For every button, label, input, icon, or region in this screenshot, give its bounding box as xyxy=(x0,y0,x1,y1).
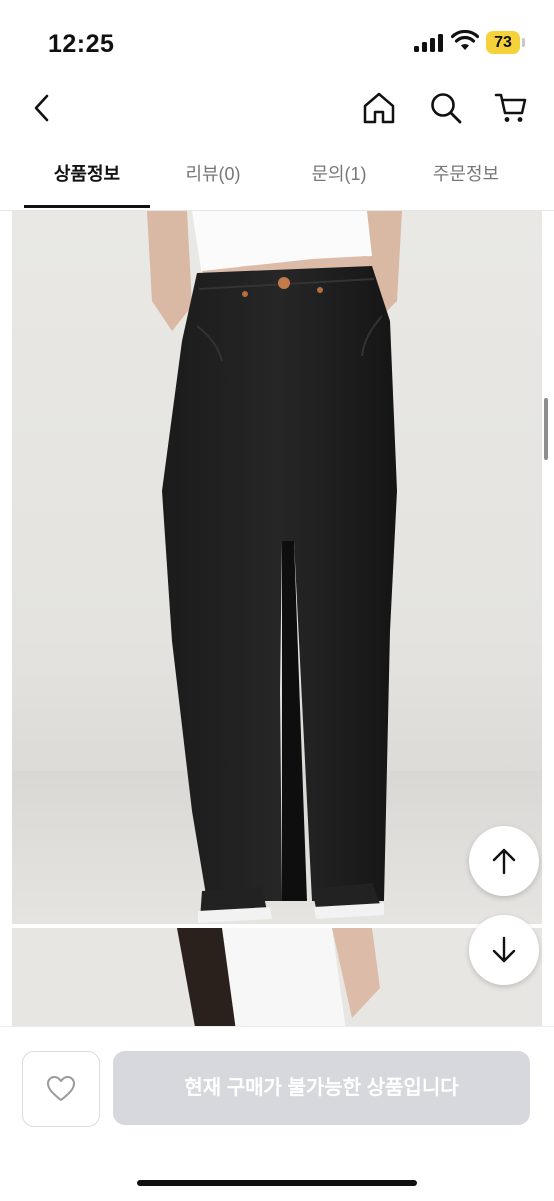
scroll-up-button[interactable] xyxy=(469,826,539,896)
arrow-up-icon xyxy=(492,848,516,875)
battery-indicator: 73 xyxy=(486,31,520,54)
battery-tip xyxy=(522,38,525,47)
product-image xyxy=(12,928,542,1038)
like-button[interactable] xyxy=(22,1051,100,1127)
home-icon xyxy=(363,92,395,124)
cart-button[interactable] xyxy=(489,86,533,130)
scrollbar-thumb[interactable] xyxy=(544,398,548,460)
chevron-left-icon xyxy=(34,94,49,122)
back-button[interactable] xyxy=(20,86,64,130)
bottom-action-bar: 현재 구매가 불가능한 상품입니다 xyxy=(0,1026,554,1201)
cellular-signal-icon xyxy=(414,34,444,52)
active-tab-indicator xyxy=(24,205,150,208)
home-indicator xyxy=(137,1180,417,1186)
tab-product-info[interactable]: 상품정보 xyxy=(24,148,150,208)
tab-order-info[interactable]: 주문정보 xyxy=(402,148,530,208)
heart-icon xyxy=(47,1076,75,1101)
home-button[interactable] xyxy=(357,86,401,130)
top-nav-bar xyxy=(0,80,554,140)
purchase-unavailable-button[interactable]: 현재 구매가 불가능한 상품입니다 xyxy=(113,1051,530,1125)
arrow-down-icon xyxy=(492,936,516,963)
tab-reviews[interactable]: 리뷰(0) xyxy=(150,148,276,208)
product-photo-model-top xyxy=(12,928,542,1038)
wifi-icon xyxy=(451,30,479,50)
search-button[interactable] xyxy=(424,86,468,130)
status-time: 12:25 xyxy=(48,30,115,58)
cart-icon xyxy=(494,93,527,122)
product-tabs: 상품정보 리뷰(0) 문의(1) 주문정보 xyxy=(0,148,554,211)
scroll-down-button[interactable] xyxy=(469,915,539,985)
product-image xyxy=(12,211,542,924)
tab-inquiries[interactable]: 문의(1) xyxy=(276,148,402,208)
status-bar: 12:25 73 xyxy=(0,0,554,88)
product-photo-wide-black-jeans xyxy=(12,211,542,924)
search-icon xyxy=(431,93,462,124)
